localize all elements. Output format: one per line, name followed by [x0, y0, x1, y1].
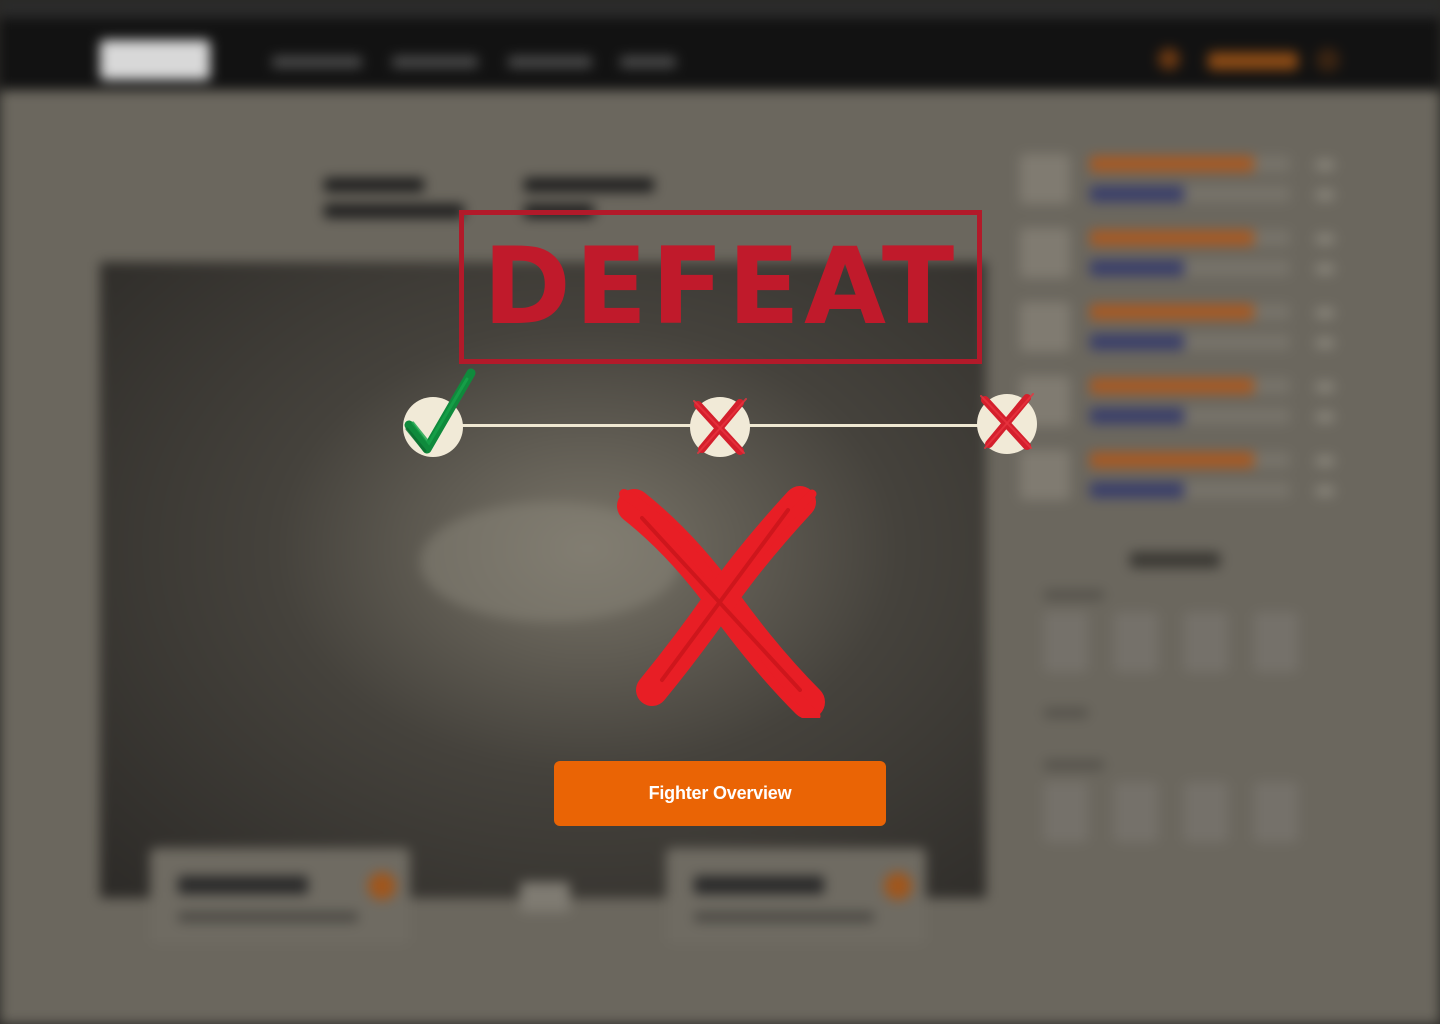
- side-panel-cell: [1044, 782, 1088, 842]
- fighter-overview-button[interactable]: Fighter Overview: [554, 761, 886, 826]
- browser-top-strip: [0, 0, 1440, 18]
- side-panel-cell: [1254, 612, 1298, 672]
- versus-badge: [520, 882, 570, 912]
- result-stamp: DEFEAT: [459, 210, 982, 364]
- stat-row: [1020, 154, 1340, 212]
- result-title: DEFEAT: [482, 225, 959, 348]
- match-header-line: [524, 178, 654, 192]
- fighter-card-right: [666, 848, 926, 944]
- stat-row: [1020, 302, 1340, 360]
- side-panel-subtitle: [1044, 760, 1104, 770]
- match-header-line: [324, 178, 424, 192]
- side-panel-subtitle: [1044, 590, 1104, 600]
- stat-row: [1020, 228, 1340, 286]
- add-currency-icon: [1316, 48, 1340, 72]
- top-navigation-bar: [0, 18, 1440, 90]
- side-panel-cell: [1044, 612, 1088, 672]
- side-panel-cell: [1184, 612, 1228, 672]
- nav-link-4: [620, 56, 676, 68]
- side-panel-subtitle: [1044, 708, 1088, 718]
- match-header-line: [324, 204, 464, 218]
- currency-icon: [1158, 48, 1180, 70]
- nav-link-2: [392, 56, 478, 68]
- side-panel-cell: [1184, 782, 1228, 842]
- stat-row: [1020, 450, 1340, 508]
- fighter-card-left: [150, 848, 410, 944]
- currency-balance: [1208, 52, 1298, 70]
- large-cross-icon: [617, 486, 825, 718]
- side-panel-title: [1130, 552, 1220, 568]
- side-panel-cell: [1254, 782, 1298, 842]
- nav-link-3: [508, 56, 592, 68]
- side-panel-cell: [1114, 782, 1158, 842]
- stat-row: [1020, 376, 1340, 434]
- side-panel-cell: [1114, 612, 1158, 672]
- nav-link-1: [272, 56, 362, 68]
- game-logo: [100, 40, 210, 80]
